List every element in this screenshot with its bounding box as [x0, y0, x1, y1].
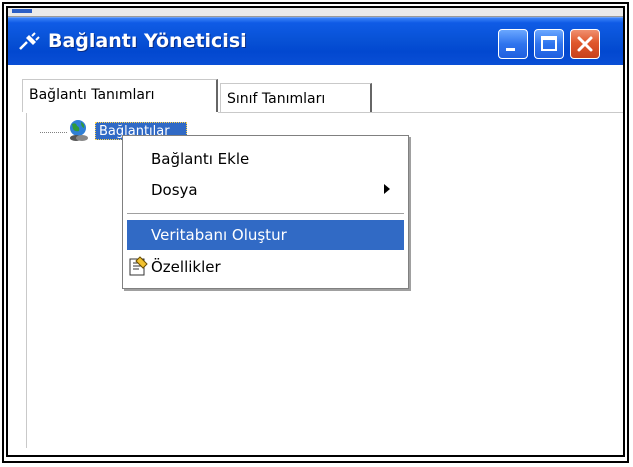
menu-item-create-database[interactable]: Veritabanı Oluştur [127, 220, 404, 250]
menu-item-label: Veritabanı Oluştur [151, 226, 287, 244]
close-icon [577, 36, 593, 52]
window-title: Bağlantı Yöneticisi [48, 30, 247, 52]
properties-icon [127, 255, 149, 277]
tab-label: Bağlantı Tanımları [29, 87, 155, 103]
maximize-icon [541, 36, 557, 51]
connection-manager-window: Bağlantı Yöneticisi Bağlantı Tanımları S… [6, 6, 625, 457]
menu-item-file[interactable]: Dosya [127, 175, 404, 205]
menu-item-label: Bağlantı Ekle [151, 150, 250, 168]
context-menu: Bağlantı Ekle Dosya Veritabanı Oluştur Ö… [122, 135, 409, 289]
tab-connection-definitions[interactable]: Bağlantı Tanımları [22, 79, 218, 112]
tab-class-definitions[interactable]: Sınıf Tanımları [220, 83, 372, 113]
menu-item-add-connection[interactable]: Bağlantı Ekle [127, 144, 404, 174]
minimize-button[interactable] [498, 29, 528, 59]
globe-connection-icon [67, 119, 91, 143]
menu-item-label: Özellikler [151, 258, 221, 276]
submenu-arrow-icon [384, 184, 390, 194]
top-strip [8, 8, 623, 17]
maximize-button[interactable] [534, 29, 564, 59]
tab-strip: Bağlantı Tanımları Sınıf Tanımları [8, 65, 623, 113]
tab-label: Sınıf Tanımları [227, 91, 326, 107]
close-button[interactable] [570, 29, 600, 59]
connection-plug-icon [17, 32, 41, 52]
menu-item-label: Dosya [151, 181, 198, 199]
menu-separator [127, 213, 404, 214]
minimize-icon [506, 48, 515, 51]
title-bar[interactable]: Bağlantı Yöneticisi [8, 17, 623, 66]
menu-item-properties[interactable]: Özellikler [127, 252, 404, 282]
tree-connector [40, 132, 67, 133]
